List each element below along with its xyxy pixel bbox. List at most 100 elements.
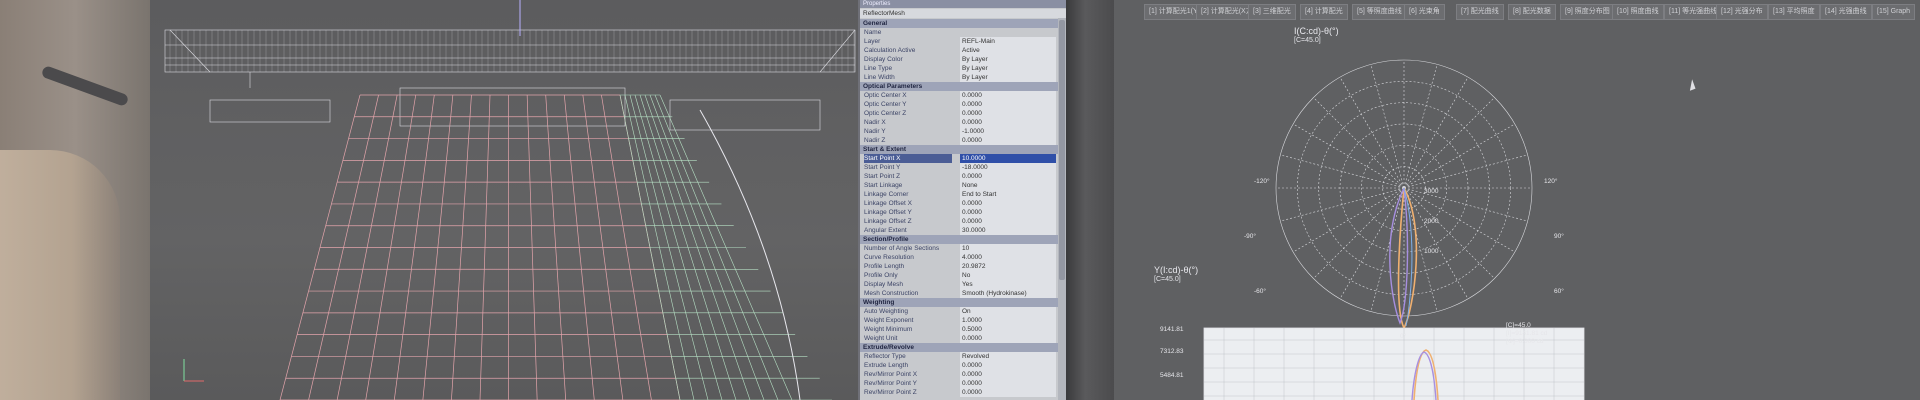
property-value[interactable]: 0.0000 xyxy=(960,172,1056,181)
property-row[interactable]: Display Color By Layer xyxy=(860,55,1058,64)
property-value[interactable]: 20.9872 xyxy=(960,262,1056,271)
property-value[interactable]: REFL-Main xyxy=(960,37,1056,46)
property-row[interactable]: Layer REFL-Main xyxy=(860,37,1058,46)
property-row[interactable]: Profile Length 20.9872 xyxy=(860,262,1058,271)
property-row[interactable]: Mesh Construction Smooth (Hydrokinase) xyxy=(860,289,1058,298)
property-label: Linkage Corner xyxy=(864,191,909,198)
property-value[interactable]: -1.0000 xyxy=(960,127,1056,136)
property-row[interactable]: Optic Center X 0.0000 xyxy=(860,91,1058,100)
property-row[interactable]: Nadir X 0.0000 xyxy=(860,118,1058,127)
property-value[interactable]: No xyxy=(960,271,1056,280)
property-value[interactable]: 0.0000 xyxy=(960,91,1056,100)
property-value[interactable]: 10 xyxy=(960,244,1056,253)
property-row[interactable]: Calculation Active Active xyxy=(860,46,1058,55)
property-row[interactable]: Display Mesh Yes xyxy=(860,280,1058,289)
property-value[interactable]: 10.0000 xyxy=(960,154,1056,163)
property-label: Profile Only xyxy=(864,272,898,279)
property-row[interactable]: Rev/Mirror Point Z 0.0000 xyxy=(860,388,1058,397)
property-label: Nadir X xyxy=(864,119,886,126)
property-value[interactable]: 0.0000 xyxy=(960,370,1056,379)
property-value[interactable]: 0.0000 xyxy=(960,361,1056,370)
property-row[interactable]: Number of Angle Sections 10 xyxy=(860,244,1058,253)
property-row[interactable]: Line Width By Layer xyxy=(860,73,1058,82)
property-value[interactable]: Yes xyxy=(960,280,1056,289)
property-value[interactable]: End to Start xyxy=(960,190,1056,199)
property-section-header[interactable]: Weighting xyxy=(860,298,1058,307)
property-value[interactable]: Revolved xyxy=(960,352,1056,361)
property-value[interactable]: By Layer xyxy=(960,73,1056,82)
property-value[interactable]: None xyxy=(960,181,1056,190)
property-row[interactable]: Start Point X 10.0000 xyxy=(860,154,1058,163)
property-row[interactable]: Linkage Offset Z 0.0000 xyxy=(860,217,1058,226)
property-row[interactable]: Start Linkage None xyxy=(860,181,1058,190)
property-label: Start Point X xyxy=(864,154,952,163)
property-row[interactable]: Extrude Length 0.0000 xyxy=(860,361,1058,370)
property-value[interactable]: 1.0000 xyxy=(960,316,1056,325)
property-row[interactable]: Angular Extent 30.0000 xyxy=(860,226,1058,235)
property-row[interactable]: Auto Weighting On xyxy=(860,307,1058,316)
property-label: Optic Center Y xyxy=(864,101,907,108)
property-label: Start Point Y xyxy=(864,164,901,171)
property-label: Section/Profile xyxy=(863,236,909,243)
properties-panel[interactable]: Properties ReflectorMesh General Name Laye… xyxy=(858,0,1070,400)
property-row[interactable]: Profile Only No xyxy=(860,271,1058,280)
property-label: Mesh Construction xyxy=(864,290,919,297)
property-value[interactable]: 0.0000 xyxy=(960,388,1056,397)
property-row[interactable]: Optic Center Y 0.0000 xyxy=(860,100,1058,109)
property-value[interactable]: 0.0000 xyxy=(960,217,1056,226)
cad-viewport[interactable] xyxy=(60,0,860,400)
property-label: Rev/Mirror Point X xyxy=(864,371,918,378)
property-row[interactable]: Line Type By Layer xyxy=(860,64,1058,73)
property-value[interactable]: 0.0000 xyxy=(960,199,1056,208)
property-row[interactable]: Start Point Z 0.0000 xyxy=(860,172,1058,181)
property-row[interactable]: Weight Minimum 0.5000 xyxy=(860,325,1058,334)
property-row[interactable]: Reflector Type Revolved xyxy=(860,352,1058,361)
property-row[interactable]: Linkage Offset Y 0.0000 xyxy=(860,208,1058,217)
property-label: Display Color xyxy=(864,56,903,63)
property-value[interactable]: 0.0000 xyxy=(960,208,1056,217)
property-section-header[interactable]: Start & Extent xyxy=(860,145,1058,154)
property-label: Profile Length xyxy=(864,263,905,270)
property-value[interactable]: By Layer xyxy=(960,64,1056,73)
property-row[interactable]: Start Point Y -18.0000 xyxy=(860,163,1058,172)
property-row[interactable]: Rev/Mirror Point X 0.0000 xyxy=(860,370,1058,379)
property-row[interactable]: Linkage Offset X 0.0000 xyxy=(860,199,1058,208)
property-section-header[interactable]: Extrude/Revolve xyxy=(860,343,1058,352)
property-row[interactable]: Nadir Y -1.0000 xyxy=(860,127,1058,136)
property-section-header[interactable]: General xyxy=(860,19,1058,28)
property-value[interactable]: 0.0000 xyxy=(960,379,1056,388)
property-label: Linkage Offset Y xyxy=(864,209,912,216)
property-section-header[interactable]: Optical Parameters xyxy=(860,82,1058,91)
property-row[interactable]: Optic Center Z 0.0000 xyxy=(860,109,1058,118)
property-value[interactable]: By Layer xyxy=(960,55,1056,64)
property-value[interactable]: 0.0000 xyxy=(960,109,1056,118)
property-value[interactable]: 0.5000 xyxy=(960,325,1056,334)
properties-scroll-thumb[interactable] xyxy=(1059,20,1065,280)
property-value[interactable]: 0.0000 xyxy=(960,334,1056,343)
property-section-header[interactable]: Section/Profile xyxy=(860,235,1058,244)
property-row[interactable]: Name xyxy=(860,28,1058,37)
property-row[interactable]: Weight Exponent 1.0000 xyxy=(860,316,1058,325)
property-value[interactable]: 4.0000 xyxy=(960,253,1056,262)
property-label: Start Point Z xyxy=(864,173,901,180)
polar-axis-label: 3000 xyxy=(1424,188,1439,195)
property-value[interactable]: 30.0000 xyxy=(960,226,1056,235)
property-value[interactable]: 0.0000 xyxy=(960,136,1056,145)
property-row[interactable]: Weight Unit 0.0000 xyxy=(860,334,1058,343)
properties-grid[interactable]: General Name Layer REFL-Main Calculation Act… xyxy=(860,19,1058,400)
property-row[interactable]: Rev/Mirror Point Y 0.0000 xyxy=(860,379,1058,388)
property-value[interactable]: Smooth (Hydrokinase) xyxy=(960,289,1056,298)
property-value[interactable]: -18.0000 xyxy=(960,163,1056,172)
polar-axis-label: 90° xyxy=(1554,233,1564,240)
property-value[interactable]: On xyxy=(960,307,1056,316)
property-label: Name xyxy=(864,29,882,36)
property-value[interactable]: Active xyxy=(960,46,1056,55)
property-label: Linkage Offset X xyxy=(864,200,912,207)
property-row[interactable]: Curve Resolution 4.0000 xyxy=(860,253,1058,262)
reflector-grid xyxy=(279,94,681,400)
property-value[interactable]: 0.0000 xyxy=(960,100,1056,109)
property-label: General xyxy=(863,20,888,27)
property-row[interactable]: Linkage Corner End to Start xyxy=(860,190,1058,199)
property-value[interactable]: 0.0000 xyxy=(960,118,1056,127)
property-row[interactable]: Nadir Z 0.0000 xyxy=(860,136,1058,145)
